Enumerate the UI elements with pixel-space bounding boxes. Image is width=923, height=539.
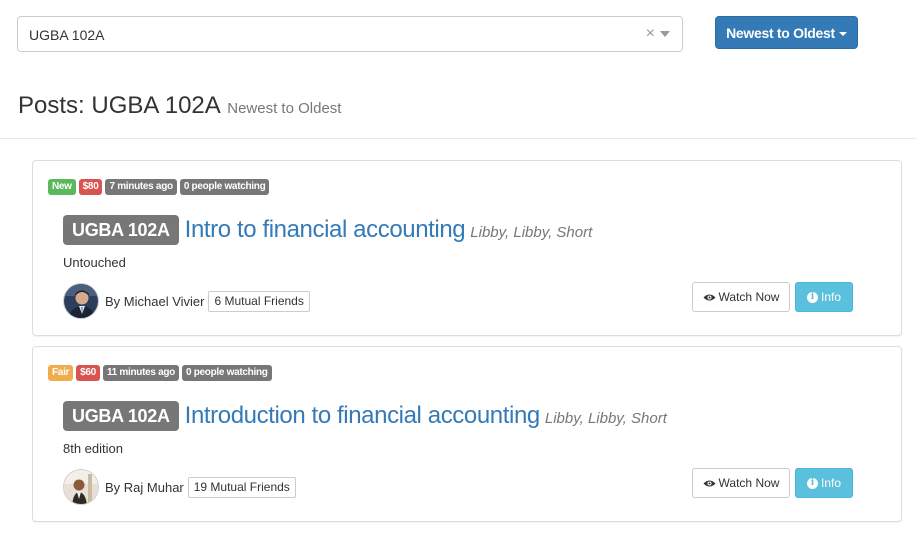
- condition-badge: New: [48, 179, 76, 195]
- watch-now-button[interactable]: Watch Now: [692, 282, 790, 312]
- page-title-subtitle: Newest to Oldest: [227, 100, 342, 117]
- sort-dropdown-button[interactable]: Newest to Oldest: [715, 16, 858, 49]
- seller-avatar[interactable]: [63, 469, 99, 505]
- divider: [0, 138, 916, 139]
- dropdown-arrow-icon[interactable]: [660, 31, 670, 37]
- watch-now-label: Watch Now: [718, 290, 780, 304]
- course-badge: UGBA 102A: [63, 215, 179, 245]
- watch-now-button[interactable]: Watch Now: [692, 468, 790, 498]
- search-value: UGBA 102A: [29, 27, 105, 43]
- post-badges: Fair $60 11 minutes ago 0 people watchin…: [48, 365, 272, 381]
- eye-icon: [703, 293, 716, 301]
- mutual-friends-badge[interactable]: 19 Mutual Friends: [187, 476, 296, 498]
- clear-icon[interactable]: ×: [646, 25, 655, 43]
- course-search-select[interactable]: UGBA 102A ×: [17, 16, 683, 52]
- info-icon: i: [806, 291, 818, 303]
- book-authors: Libby, Libby, Short: [544, 409, 667, 427]
- watching-badge: 0 people watching: [179, 179, 270, 195]
- post-card: Fair $60 11 minutes ago 0 people watchin…: [32, 346, 902, 522]
- course-badge: UGBA 102A: [63, 401, 179, 431]
- post-title-row: UGBA 102A Intro to financial accounting …: [63, 215, 592, 245]
- post-title-link[interactable]: Introduction to financial accounting: [185, 402, 541, 430]
- caret-down-icon: [838, 31, 847, 36]
- seller-row: By Raj Muhar 19 Mutual Friends: [63, 469, 296, 505]
- info-button[interactable]: i Info: [795, 282, 853, 312]
- watching-badge: 0 people watching: [181, 365, 272, 381]
- book-authors: Libby, Libby, Short: [470, 223, 593, 241]
- seller-avatar[interactable]: [63, 283, 99, 319]
- mutual-friends-badge[interactable]: 6 Mutual Friends: [208, 290, 310, 312]
- info-label: Info: [820, 476, 841, 490]
- page-title: Posts: UGBA 102A Newest to Oldest: [18, 92, 341, 120]
- price-badge: $80: [78, 179, 103, 195]
- price-badge: $60: [76, 365, 100, 381]
- watch-now-label: Watch Now: [718, 476, 780, 490]
- condition-badge: Fair: [48, 365, 74, 381]
- info-icon: i: [806, 477, 818, 489]
- sort-button-label: Newest to Oldest: [726, 24, 835, 41]
- post-condition-text: Untouched: [63, 255, 126, 270]
- post-card: New $80 7 minutes ago 0 people watching …: [32, 160, 902, 336]
- post-badges: New $80 7 minutes ago 0 people watching: [48, 179, 270, 195]
- time-badge: 11 minutes ago: [102, 365, 179, 381]
- info-button[interactable]: i Info: [795, 468, 853, 498]
- seller-row: By Michael Vivier 6 Mutual Friends: [63, 283, 310, 319]
- info-label: Info: [820, 290, 841, 304]
- post-title-row: UGBA 102A Introduction to financial acco…: [63, 401, 667, 431]
- seller-name[interactable]: By Michael Vivier: [105, 294, 204, 309]
- post-title-link[interactable]: Intro to financial accounting: [185, 216, 466, 244]
- page-title-main: Posts: UGBA 102A: [18, 92, 221, 119]
- time-badge: 7 minutes ago: [105, 179, 177, 195]
- seller-name[interactable]: By Raj Muhar: [105, 480, 184, 495]
- post-condition-text: 8th edition: [63, 441, 123, 456]
- eye-icon: [703, 479, 716, 487]
